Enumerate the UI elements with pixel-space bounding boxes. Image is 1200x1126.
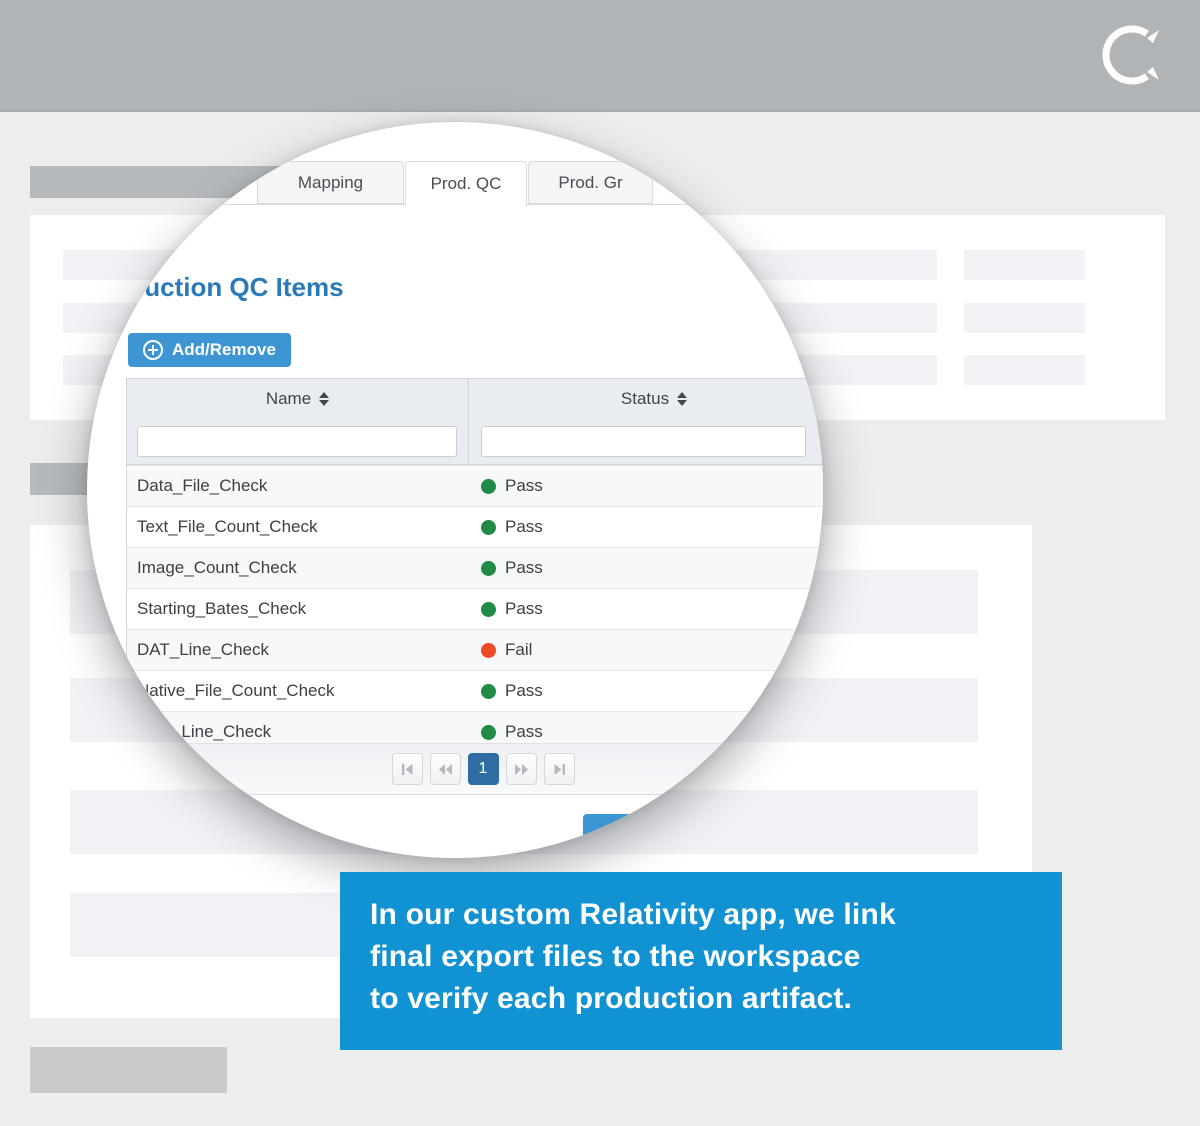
caption-callout: In our custom Relativity app, we link fi… — [340, 872, 1062, 1050]
caption-line: final export files to the workspace — [370, 936, 896, 978]
name-filter-input[interactable] — [137, 426, 457, 457]
sort-icon — [677, 392, 687, 406]
placeholder-field-bar — [964, 355, 1085, 385]
run-button[interactable]: Run — [583, 814, 660, 849]
status-dot-icon — [481, 602, 496, 617]
qc-item-name: Native_File_Count_Check — [127, 671, 469, 711]
qc-item-status: Pass — [469, 589, 823, 629]
table-row[interactable]: Text_File_Count_Check Pass — [127, 506, 823, 547]
column-header-name[interactable]: Name — [127, 379, 469, 419]
caption-line: In our custom Relativity app, we link — [370, 894, 896, 936]
sort-icon — [319, 392, 329, 406]
add-remove-label: Add/Remove — [172, 340, 276, 360]
table-body: Data_File_Check Pass Text_File_Count_Che… — [127, 465, 823, 752]
first-page-button[interactable] — [392, 753, 423, 785]
qc-item-status: Fail — [469, 630, 823, 670]
last-page-icon — [551, 761, 568, 778]
qc-item-name: Starting_Bates_Check — [127, 589, 469, 629]
table-row[interactable]: DAT_Line_Check Fail — [127, 629, 823, 670]
qc-item-status: Pass — [469, 548, 823, 588]
tab-prod-qc[interactable]: Prod. QC — [405, 161, 527, 206]
status-dot-icon — [481, 643, 496, 658]
tab-mapping[interactable]: Mapping — [257, 161, 404, 204]
magnifier-circle: Mapping Prod. QC Prod. Gr Production QC … — [87, 122, 823, 858]
table-header-row: Name Status — [127, 379, 823, 419]
first-page-icon — [399, 761, 416, 778]
tab-prod-gr[interactable]: Prod. Gr — [528, 161, 653, 204]
status-dot-icon — [481, 561, 496, 576]
table-filter-row — [127, 419, 823, 465]
prev-page-icon — [437, 761, 454, 778]
table-row[interactable]: Data_File_Check Pass — [127, 465, 823, 506]
column-header-name-label: Name — [266, 389, 311, 409]
pagination-bar: 1 — [126, 743, 823, 795]
status-dot-icon — [481, 479, 496, 494]
plus-circle-icon — [143, 340, 163, 360]
status-dot-icon — [481, 684, 496, 699]
sync-circle-arrows-icon — [1097, 20, 1167, 90]
status-dot-icon — [481, 725, 496, 740]
placeholder-field-bar — [964, 303, 1085, 333]
qc-item-status: Pass — [469, 507, 823, 547]
caption-line: to verify each production artifact. — [370, 978, 896, 1020]
add-remove-button[interactable]: Add/Remove — [128, 333, 291, 367]
screenshot-root: Mapping Prod. QC Prod. Gr Production QC … — [0, 0, 1200, 1126]
table-row[interactable]: Native_File_Count_Check Pass — [127, 670, 823, 711]
qc-items-table: Name Status — [126, 378, 823, 753]
qc-item-name: DAT_Line_Check — [127, 630, 469, 670]
column-header-status-label: Status — [621, 389, 669, 409]
prev-page-button[interactable] — [430, 753, 461, 785]
table-row[interactable]: Image_Count_Check Pass — [127, 547, 823, 588]
next-page-icon — [513, 761, 530, 778]
qc-item-status: Pass — [469, 466, 823, 506]
placeholder-footer-bar — [30, 1047, 227, 1093]
last-page-button[interactable] — [544, 753, 575, 785]
qc-item-name: Data_File_Check — [127, 466, 469, 506]
status-filter-input[interactable] — [481, 426, 806, 457]
column-header-status[interactable]: Status — [469, 379, 823, 419]
page-title: Production QC Items — [87, 272, 344, 303]
placeholder-field-bar — [964, 250, 1085, 280]
qc-item-name: Text_File_Count_Check — [127, 507, 469, 547]
next-page-button[interactable] — [506, 753, 537, 785]
status-dot-icon — [481, 520, 496, 535]
qc-item-status: Pass — [469, 671, 823, 711]
top-header-band — [0, 0, 1200, 112]
current-page-button[interactable]: 1 — [468, 753, 499, 785]
table-row[interactable]: Starting_Bates_Check Pass — [127, 588, 823, 629]
qc-item-name: Image_Count_Check — [127, 548, 469, 588]
